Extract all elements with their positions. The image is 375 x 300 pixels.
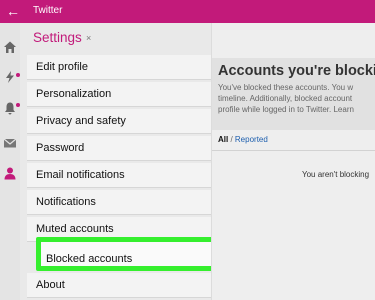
menu-item-notifications[interactable]: Notifications [27,190,229,215]
page-description: You've blocked these accounts. You w tim… [218,82,375,115]
description-line: You've blocked these accounts. You w [218,83,354,92]
home-icon[interactable] [1,38,19,56]
blocked-accounts-pane: Accounts you're blocking You've blocked … [211,23,375,300]
description-line: timeline. Additionally, blocked account [218,94,353,103]
menu-item-email-notifications[interactable]: Email notifications [27,163,229,188]
menu-item-personalization[interactable]: Personalization [27,82,229,107]
description-line: profile while logged in to Twitter. Lear… [218,105,354,114]
settings-menu: Edit profile Personalization Privacy and… [20,23,230,300]
empty-state-message: You aren't blocking [302,170,370,179]
menu-item-privacy-and-safety[interactable]: Privacy and safety [27,109,229,134]
menu-item-about[interactable]: About [27,273,229,298]
divider [212,150,375,151]
page-title: Accounts you're blocking [218,63,375,79]
person-icon[interactable] [1,164,19,182]
menu-item-edit-profile[interactable]: Edit profile [27,55,229,80]
menu-item-password[interactable]: Password [27,136,229,161]
lightning-icon[interactable] [1,68,19,86]
content-header: Accounts you're blocking You've blocked … [212,58,375,130]
title-bar: ← Twitter [0,0,375,23]
filter-reported[interactable]: Reported [235,135,268,144]
app-title: Twitter [33,5,63,16]
mail-icon[interactable] [1,134,19,152]
filter-tabs: All / Reported [218,135,268,144]
nav-rail [0,23,20,300]
menu-item-blocked-accounts[interactable]: Blocked accounts [36,237,230,271]
filter-separator: / [228,135,235,144]
back-arrow-icon[interactable]: ← [6,2,20,20]
bell-icon[interactable] [1,99,19,117]
filter-all[interactable]: All [218,135,228,144]
